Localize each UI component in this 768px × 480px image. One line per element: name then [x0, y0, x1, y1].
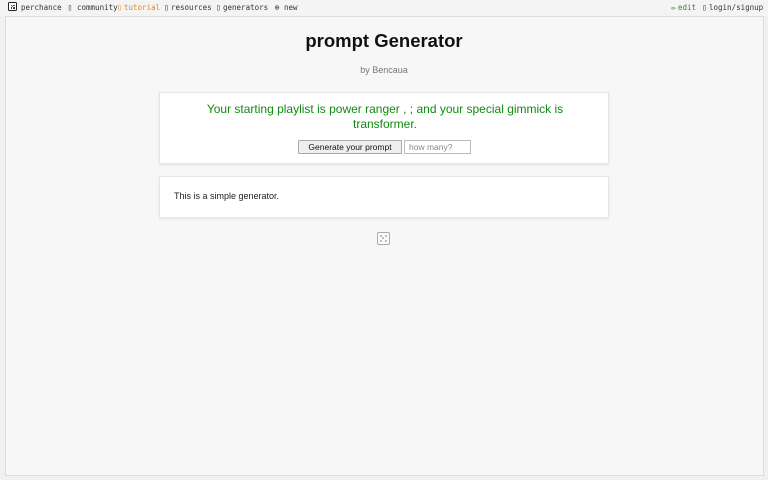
nav-resources-link[interactable]: ▯ resources — [164, 0, 212, 16]
login-icon: ▯ — [702, 3, 707, 12]
nav-login-label: login/signup — [709, 3, 764, 12]
tutorial-icon: ▯ — [117, 3, 122, 12]
generate-button[interactable]: Generate your prompt — [298, 140, 402, 154]
nav-login-link[interactable]: ▯ login/signup — [702, 0, 763, 16]
description-text: This is a simple generator. — [174, 191, 280, 201]
nav-edit-label: edit — [678, 3, 697, 12]
nav-site-label: perchance — [21, 3, 62, 12]
community-icon: ▯ — [67, 3, 73, 12]
generated-output: Your starting playlist is power ranger ,… — [206, 102, 564, 131]
nav-new-link[interactable]: ⊕ new — [273, 0, 298, 16]
nav-tutorial-label: tutorial — [124, 3, 161, 12]
nav-resources-label: resources — [171, 3, 212, 12]
description-card: This is a simple generator. — [159, 176, 609, 218]
nav-home-link[interactable]: perchance — [8, 0, 62, 16]
nav-edit-link[interactable]: ✏ edit — [671, 0, 696, 16]
nav-generators-label: generators — [223, 3, 269, 12]
author-name: Bencaua — [372, 65, 408, 75]
generators-icon: ▯ — [216, 3, 221, 12]
dice-icon — [377, 232, 390, 245]
generator-frame — [5, 16, 764, 476]
dice-icon — [8, 2, 17, 11]
nav-community-label: community — [77, 3, 118, 12]
author-line: by Bencaua — [0, 65, 768, 75]
nav-tutorial-link[interactable]: ▯ tutorial — [117, 0, 160, 16]
top-nav-bar: perchance ▯ community ▯ tutorial ▯ resource… — [0, 0, 768, 16]
nav-community-link[interactable]: ▯ community — [66, 0, 118, 16]
author-prefix: by — [360, 65, 370, 75]
output-card: Your starting playlist is power ranger ,… — [159, 92, 609, 164]
pencil-icon: ✏ — [671, 3, 676, 12]
page-title: prompt Generator — [305, 30, 463, 51]
resources-icon: ▯ — [164, 3, 169, 12]
count-input[interactable] — [404, 140, 471, 154]
plus-circle-icon: ⊕ — [274, 3, 280, 12]
nav-generators-link[interactable]: ▯ generators — [216, 0, 268, 16]
nav-new-label: new — [284, 3, 298, 12]
